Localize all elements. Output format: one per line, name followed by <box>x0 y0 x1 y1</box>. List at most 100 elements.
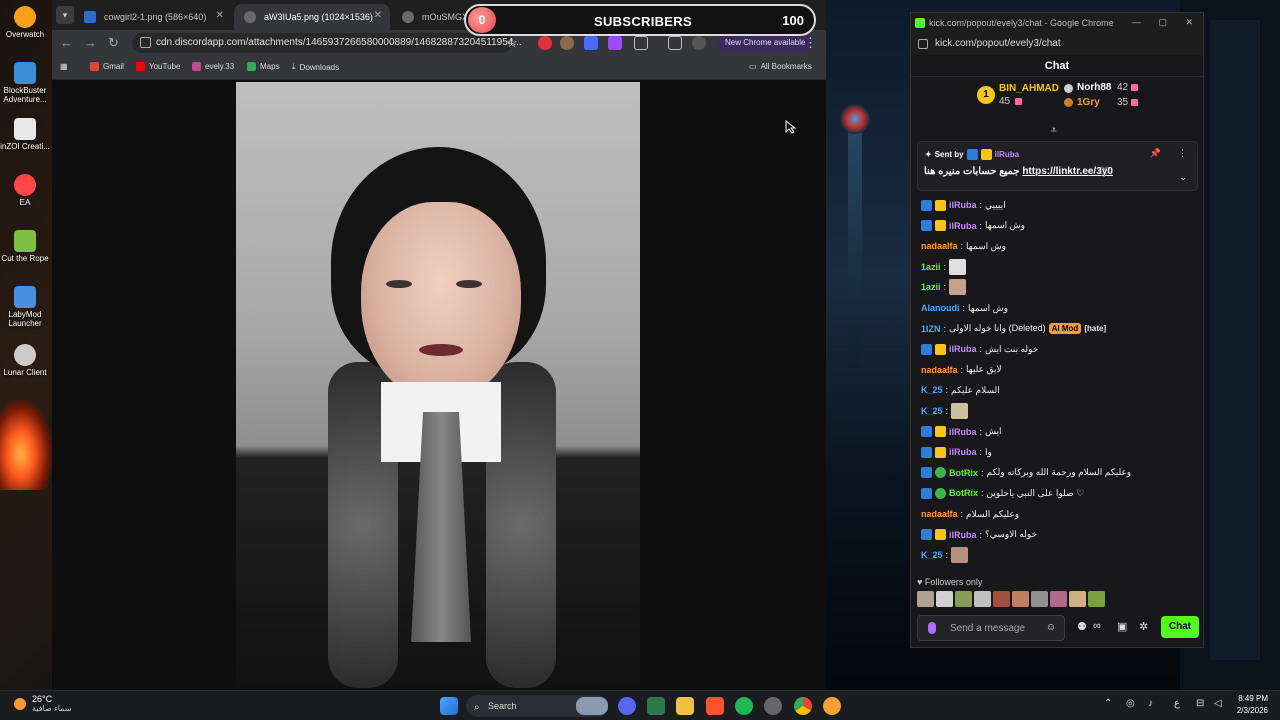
close-icon[interactable]: ✕ <box>374 10 382 21</box>
chat-username[interactable]: K_25 <box>921 406 943 416</box>
chat-username[interactable]: 1azii <box>921 282 941 292</box>
collapse-leaderboard-icon[interactable]: ⩡ <box>1051 125 1057 136</box>
chat-message[interactable]: K_25: <box>921 403 969 419</box>
chat-message-input[interactable]: Send a message ☺ <box>917 615 1065 641</box>
pinned-message[interactable]: ✦ Sent by ilRuba جميع حسابات منيره هنا h… <box>917 141 1198 191</box>
close-button[interactable]: ✕ <box>1185 17 1193 28</box>
chat-message[interactable]: nadaalfa: وعليكم السلام <box>921 506 1019 522</box>
chat-username[interactable]: nadaalfa <box>921 241 958 251</box>
chat-username[interactable]: 1azii <box>921 262 941 272</box>
search-highlight-icon[interactable] <box>576 697 608 715</box>
infinity-icon[interactable]: ∞ <box>1093 620 1101 632</box>
weather-widget[interactable]: 26°C سماء صافية <box>14 694 72 713</box>
chevron-up-icon[interactable]: ⌃ <box>1104 698 1112 709</box>
leader-3-name[interactable]: 1Gry <box>1077 97 1100 108</box>
more-vert-icon[interactable]: ⋮ <box>804 35 817 51</box>
terminal-icon[interactable] <box>647 697 665 715</box>
unpin-icon[interactable]: 📌 <box>1150 148 1161 159</box>
desktop-icon-inzoi[interactable]: inZOI Creati... <box>0 118 50 151</box>
chat-username[interactable]: ilRuba <box>949 447 977 457</box>
chat-username[interactable]: 1lZN <box>921 324 941 334</box>
chat-username[interactable]: K_25 <box>921 385 943 395</box>
app-icon[interactable] <box>764 697 782 715</box>
chat-message[interactable]: ilRuba: وا <box>921 444 992 460</box>
site-info-icon[interactable] <box>140 37 151 48</box>
chat-username[interactable]: Alanoudi <box>921 303 960 313</box>
chat-username[interactable]: BotRix <box>949 488 978 498</box>
chat-username[interactable]: ilRuba <box>949 200 977 210</box>
gear-icon[interactable]: ✲ <box>1139 620 1148 633</box>
desktop-icon-overwatch[interactable]: Overwatch <box>0 6 50 39</box>
reload-icon[interactable]: ↻ <box>108 35 119 51</box>
bookmark-downloads[interactable]: ⤓ Downloads <box>292 62 339 72</box>
emote-button[interactable] <box>1012 591 1029 607</box>
file-explorer-icon[interactable] <box>676 697 694 715</box>
volume-icon[interactable]: ◁ <box>1214 698 1222 709</box>
emote-button[interactable] <box>993 591 1010 607</box>
bookmark-youtube[interactable]: YouTube <box>136 62 180 71</box>
extension-icon[interactable] <box>560 36 574 50</box>
desktop-icon-ea[interactable]: EA <box>0 174 50 207</box>
chat-username[interactable]: BotRix <box>949 468 978 478</box>
app-notification-icon[interactable] <box>823 697 841 715</box>
mic-icon[interactable] <box>928 622 936 634</box>
chat-message[interactable]: ilRuba: خوله بنت ايش <box>921 341 1038 357</box>
more-vert-icon[interactable]: ⋮ <box>1178 148 1187 159</box>
windows-start-icon[interactable] <box>440 697 458 715</box>
chat-username[interactable]: ilRuba <box>949 221 977 231</box>
chat-message[interactable]: 1lZN: وانا خوله الاولى (Deleted) AI Mod [ha… <box>921 321 1106 337</box>
chat-message[interactable]: ilRuba: ايش <box>921 424 1002 440</box>
emoji-icon[interactable]: ☺ <box>1046 622 1056 633</box>
chat-message[interactable]: nadaalfa: لايق عليها <box>921 362 1002 378</box>
extension-icon[interactable] <box>608 36 622 50</box>
chat-username[interactable]: K_25 <box>921 550 943 560</box>
chat-username[interactable]: ilRuba <box>949 530 977 540</box>
chat-message[interactable]: BotRix: صلوا على النبي ياحلوين ♡ <box>921 485 1084 501</box>
desktop-icon-blockbuster[interactable]: BlockBuster Adventure... <box>0 62 50 104</box>
mic-tray-icon[interactable]: ♪ <box>1148 698 1153 709</box>
profile-avatar-icon[interactable] <box>692 36 706 50</box>
pinned-sender-name[interactable]: ilRuba <box>995 150 1019 159</box>
chat-message[interactable]: 1azii: <box>921 279 967 296</box>
forward-arrow-icon[interactable]: → <box>84 35 97 50</box>
chat-username[interactable]: ilRuba <box>949 344 977 354</box>
desktop-icon-cut-the-rope[interactable]: Cut the Rope <box>0 230 50 263</box>
emote-button[interactable] <box>1031 591 1048 607</box>
bookmark-gmail[interactable]: Gmail <box>90 62 124 71</box>
chat-message[interactable]: K_25: <box>921 547 969 564</box>
cast-icon[interactable] <box>668 36 682 50</box>
discord-icon[interactable] <box>618 697 636 715</box>
users-icon[interactable]: ⚉ <box>1077 620 1087 633</box>
chat-message[interactable]: BotRix: وعليكم السلام ورحمة الله وبركاته … <box>921 465 1131 481</box>
bookmark-maps[interactable]: Maps <box>247 62 280 71</box>
battery-icon[interactable]: ◎ <box>1126 698 1135 709</box>
address-bar[interactable]: cdn.discordapp.com/attachments/146593726… <box>132 33 522 53</box>
minimize-button[interactable]: — <box>1132 17 1141 27</box>
chat-message[interactable]: ilRuba: خوله الاوسي؟ <box>921 527 1037 543</box>
tab-cowgirl[interactable]: cowgirl2-1.png (586×640) ✕ <box>74 4 232 30</box>
chat-message[interactable]: K_25: السلام عليكم <box>921 382 1000 398</box>
new-chrome-available-button[interactable]: New Chrome available <box>717 33 814 53</box>
bookmark-evely[interactable]: evely.33 <box>192 62 234 71</box>
chrome-icon[interactable] <box>794 697 812 715</box>
emote-button[interactable] <box>1069 591 1086 607</box>
chat-username[interactable]: nadaalfa <box>921 365 958 375</box>
chat-message[interactable]: 1azii: <box>921 258 967 275</box>
emote-button[interactable] <box>955 591 972 607</box>
star-icon[interactable]: ☆ <box>506 35 518 51</box>
chat-username[interactable]: nadaalfa <box>921 509 958 519</box>
chat-message[interactable]: ilRuba: وش اسمها <box>921 218 1025 234</box>
extension-icon[interactable] <box>584 36 598 50</box>
maximize-button[interactable]: ▢ <box>1158 17 1167 28</box>
chat-message[interactable]: Alanoudi: وش اسمها <box>921 300 1008 316</box>
emote-button[interactable] <box>917 591 934 607</box>
tab-aw3iua5[interactable]: aW3IUa5.png (1024×1536) ✕ <box>234 4 390 30</box>
clock[interactable]: 8:49 PM 2/3/2026 <box>1237 693 1268 717</box>
leader-2-name[interactable]: Norh88 <box>1077 82 1111 93</box>
spotify-icon[interactable] <box>735 697 753 715</box>
language-indicator[interactable]: ع <box>1174 698 1180 709</box>
chat-message[interactable]: ilRuba: اييييي <box>921 197 1006 213</box>
apps-grid-icon[interactable]: ▦ <box>60 62 68 71</box>
back-arrow-icon[interactable]: ← <box>60 35 73 50</box>
network-icon[interactable]: ⊟ <box>1196 698 1204 709</box>
